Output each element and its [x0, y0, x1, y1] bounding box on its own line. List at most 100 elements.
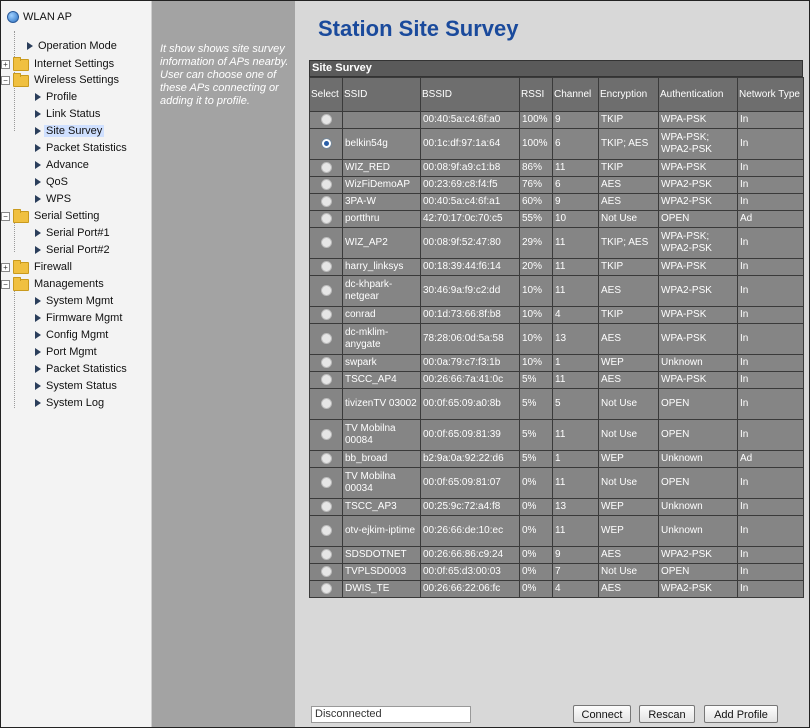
select-radio[interactable] — [320, 565, 332, 577]
tree-item-firmware-mgmt[interactable]: Firmware Mgmt — [17, 310, 124, 326]
bssid-cell: 00:1d:73:66:8f:b8 — [420, 306, 520, 324]
table-row[interactable]: WIZ_RED 00:08:9f:a9:c1:b8 86% 11 TKIP WPA-PSK… — [309, 159, 804, 177]
tree-item-advance[interactable]: Advance — [17, 157, 91, 173]
tree-item-system-status[interactable]: System Status — [17, 378, 119, 394]
select-radio[interactable] — [320, 195, 332, 207]
select-cell[interactable] — [309, 371, 343, 389]
select-cell[interactable] — [309, 128, 343, 160]
collapse-icon[interactable]: − — [1, 212, 10, 221]
expand-icon[interactable]: + — [1, 263, 10, 272]
table-row[interactable]: TSCC_AP3 00:25:9c:72:a4:f8 0% 13 WEP Unknown I… — [309, 498, 804, 516]
select-radio[interactable] — [320, 161, 332, 173]
tree-item-packet-statistics[interactable]: Packet Statistics — [17, 140, 129, 156]
tree-folder-firewall[interactable]: + Firewall — [1, 259, 74, 275]
select-cell[interactable] — [309, 450, 343, 468]
tree-item-operation-mode[interactable]: Operation Mode — [9, 38, 119, 54]
select-radio[interactable] — [320, 500, 332, 512]
select-cell[interactable] — [309, 258, 343, 276]
select-cell[interactable] — [309, 193, 343, 211]
add-profile-button[interactable]: Add Profile — [704, 705, 778, 723]
tree-item-qos[interactable]: QoS — [17, 174, 70, 190]
table-row[interactable]: SDSDOTNET 00:26:66:86:c9:24 0% 9 AES WPA2-PSK… — [309, 546, 804, 564]
tree-item-wps[interactable]: WPS — [17, 191, 73, 207]
table-row[interactable]: TSCC_AP4 00:26:66:7a:41:0c 5% 11 AES WPA-PSK I… — [309, 371, 804, 389]
select-cell[interactable] — [309, 323, 343, 355]
table-row[interactable]: WIZ_AP2 00:08:9f:52:47:80 29% 11 TKIP; AES WP… — [309, 227, 804, 259]
select-radio[interactable] — [320, 452, 332, 464]
table-row[interactable]: 3PA-W 00:40:5a:c4:6f:a1 60% 9 AES WPA2-PSK In — [309, 193, 804, 211]
tree-item-system-mgmt[interactable]: System Mgmt — [17, 293, 115, 309]
select-radio[interactable] — [320, 428, 332, 440]
select-cell[interactable] — [309, 354, 343, 372]
select-radio[interactable] — [320, 332, 332, 344]
select-cell[interactable] — [309, 227, 343, 259]
tree-item-link-status[interactable]: Link Status — [17, 106, 102, 122]
tree-item-config-mgmt[interactable]: Config Mgmt — [17, 327, 110, 343]
select-radio[interactable] — [320, 260, 332, 272]
select-cell[interactable] — [309, 275, 343, 307]
select-cell[interactable] — [309, 467, 343, 499]
table-row[interactable]: tivizenTV 03002 00:0f:65:09:a0:8b 5% 5 Not U… — [309, 388, 804, 420]
select-cell[interactable] — [309, 306, 343, 324]
table-row[interactable]: WizFiDemoAP 00:23:69:c8:f4:f5 76% 6 AES WPA2-… — [309, 176, 804, 194]
tree-root-label: WLAN AP — [23, 11, 72, 23]
table-row[interactable]: otv-ejkim-iptime 00:26:66:de:10:ec 0% 11 WEP… — [309, 515, 804, 547]
tree-item-serial-port-1[interactable]: Serial Port#1 — [17, 225, 112, 241]
expand-icon[interactable]: + — [1, 60, 10, 69]
select-cell[interactable] — [309, 388, 343, 420]
tree-item-serial-port-2[interactable]: Serial Port#2 — [17, 242, 112, 258]
table-row[interactable]: harry_linksys 00:18:39:44:f6:14 20% 11 TKIP W… — [309, 258, 804, 276]
connect-button[interactable]: Connect — [573, 705, 631, 723]
tree-item-system-log[interactable]: System Log — [17, 395, 106, 411]
select-cell[interactable] — [309, 580, 343, 598]
select-cell[interactable] — [309, 176, 343, 194]
tree-folder-wireless-settings[interactable]: − Wireless Settings — [1, 72, 121, 88]
select-cell[interactable] — [309, 419, 343, 451]
table-row[interactable]: bb_broad b2:9a:0a:92:22:d6 5% 1 WEP Unknown Ad — [309, 450, 804, 468]
select-cell[interactable] — [309, 515, 343, 547]
tree-item-packet-statistics-mgmt[interactable]: Packet Statistics — [17, 361, 129, 377]
tree-folder-managements[interactable]: − Managements — [1, 276, 106, 292]
select-cell[interactable] — [309, 111, 343, 129]
select-radio[interactable] — [320, 356, 332, 368]
tree-folder-internet-settings[interactable]: + Internet Settings — [1, 56, 116, 72]
rescan-button[interactable]: Rescan — [639, 705, 695, 723]
channel-cell: 9 — [552, 546, 599, 564]
collapse-icon[interactable]: − — [1, 280, 10, 289]
table-row[interactable]: dc-mklim-anygate 78:28:06:0d:5a:58 10% 13 AE… — [309, 323, 804, 355]
collapse-icon[interactable]: − — [1, 76, 10, 85]
select-radio[interactable] — [320, 113, 332, 125]
select-cell[interactable] — [309, 498, 343, 516]
table-row[interactable]: DWIS_TE 00:26:66:22:06:fc 0% 4 AES WPA2-PSK In — [309, 580, 804, 598]
tree-item-port-mgmt[interactable]: Port Mgmt — [17, 344, 99, 360]
select-radio[interactable] — [320, 284, 332, 296]
table-row[interactable]: swpark 00:0a:79:c7:f3:1b 10% 1 WEP Unknown In — [309, 354, 804, 372]
table-row[interactable]: portthru 42:70:17:0c:70:c5 55% 10 Not Use OPE… — [309, 210, 804, 228]
select-radio[interactable] — [320, 178, 332, 190]
tree-folder-serial-setting[interactable]: − Serial Setting — [1, 208, 101, 224]
table-row[interactable]: dc-khpark-netgear 30:46:9a:f9:c2:dd 10% 11 A… — [309, 275, 804, 307]
select-radio[interactable] — [320, 397, 332, 409]
table-row[interactable]: 00:40:5a:c4:6f:a0 100% 9 TKIP WPA-PSK In — [309, 111, 804, 129]
table-row[interactable]: TV Mobilna 00084 00:0f:65:09:81:39 5% 11 Not… — [309, 419, 804, 451]
select-radio[interactable] — [320, 236, 332, 248]
select-radio[interactable] — [320, 137, 332, 149]
select-radio[interactable] — [320, 308, 332, 320]
select-radio[interactable] — [320, 212, 332, 224]
select-cell[interactable] — [309, 546, 343, 564]
tree-item-profile[interactable]: Profile — [17, 89, 79, 105]
table-row[interactable]: TV Mobilna 00034 00:0f:65:09:81:07 0% 11 Not… — [309, 467, 804, 499]
select-radio[interactable] — [320, 476, 332, 488]
select-cell[interactable] — [309, 563, 343, 581]
select-radio[interactable] — [320, 548, 332, 560]
select-cell[interactable] — [309, 210, 343, 228]
select-radio[interactable] — [320, 524, 332, 536]
table-row[interactable]: belkin54g 00:1c:df:97:1a:64 100% 6 TKIP; AES… — [309, 128, 804, 160]
table-row[interactable]: TVPLSD0003 00:0f:65:d3:00:03 0% 7 Not Use OPE… — [309, 563, 804, 581]
tree-item-site-survey[interactable]: Site Survey — [17, 123, 105, 139]
table-row[interactable]: conrad 00:1d:73:66:8f:b8 10% 4 TKIP WPA-PSK In — [309, 306, 804, 324]
tree-root[interactable]: WLAN AP — [7, 9, 74, 25]
select-cell[interactable] — [309, 159, 343, 177]
select-radio[interactable] — [320, 582, 332, 594]
select-radio[interactable] — [320, 373, 332, 385]
